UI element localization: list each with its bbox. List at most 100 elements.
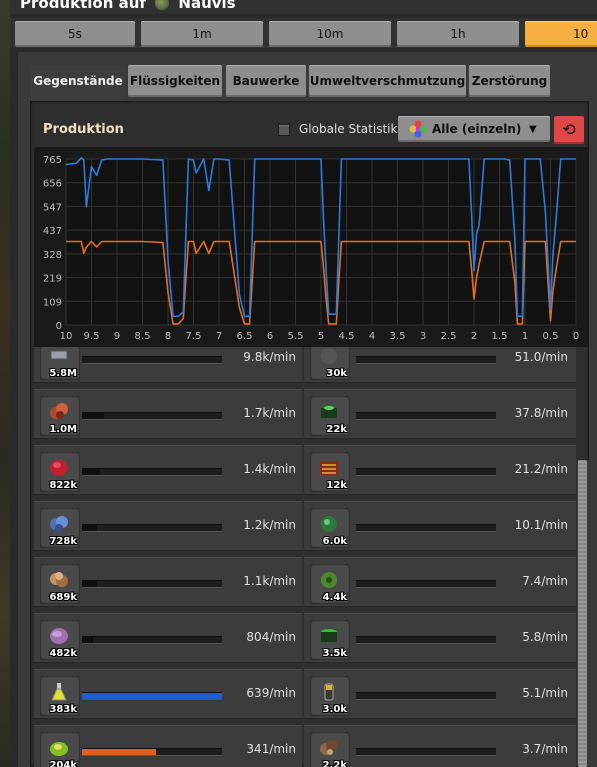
circuit-icon (318, 457, 340, 477)
tab-items[interactable]: Gegenstände (31, 65, 125, 101)
time-button-10m[interactable]: 10m (269, 21, 391, 47)
item-rate-bar-fill (82, 525, 98, 531)
chart-x-tick-label: 1 (522, 331, 528, 342)
item-slot[interactable]: 3.0k (310, 676, 350, 716)
item-slot[interactable]: 4.4k (310, 564, 350, 604)
chart-y-tick-label: 219 (43, 274, 62, 285)
global-stats-checkbox[interactable] (278, 124, 290, 136)
item-stat-cell[interactable]: 482k 804/min (34, 613, 302, 663)
item-slot[interactable]: 3.5k (310, 620, 350, 660)
item-list-scrollbar-thumb[interactable] (578, 460, 587, 767)
green-barrel-icon (318, 401, 340, 421)
chart-x-tick-label: 0.5 (543, 331, 559, 342)
chart-x-tick-label: 8 (165, 331, 171, 342)
item-slot[interactable]: 6.0k (310, 508, 350, 548)
item-count: 1.0M (49, 424, 77, 435)
item-rate-bar (82, 524, 222, 532)
item-rate: 804/min (246, 630, 296, 644)
item-slot[interactable]: 482k (40, 620, 80, 660)
planet-icon (155, 0, 170, 10)
time-button-1m[interactable]: 1m (141, 21, 263, 47)
item-count: 2.2k (322, 760, 347, 767)
color-filter-icon (409, 120, 427, 138)
window-title-bar: Produktion auf Nauvis (10, 0, 597, 14)
window-title-text: Produktion auf (20, 0, 146, 12)
item-slot[interactable]: 1.0M (40, 396, 80, 436)
item-rate: 1.1k/min (243, 574, 296, 588)
chart-y-tick-label: 437 (43, 226, 62, 237)
chart-y-tick-label: 328 (43, 250, 62, 261)
chart-x-tick-label: 3.5 (390, 331, 406, 342)
tab-buildings[interactable]: Bauwerke (226, 65, 306, 97)
chart-y-tick-label: 547 (43, 202, 62, 213)
item-slot[interactable]: 204k (40, 732, 80, 767)
item-stat-cell[interactable]: 3.0k 5.1/min (304, 669, 576, 719)
item-slot[interactable]: 30k (310, 347, 350, 380)
chart-x-tick-label: 7.5 (186, 331, 202, 342)
item-stat-cell[interactable]: 12k 21.2/min (304, 445, 576, 495)
time-button-10h[interactable]: 10 (525, 21, 597, 47)
item-stat-cell[interactable]: 4.4k 7.4/min (304, 557, 576, 607)
iron-plate-icon (48, 347, 70, 365)
chart-x-tick-label: 3 (420, 331, 426, 342)
chart-y-tick-label: 656 (43, 179, 62, 190)
item-slot[interactable]: 5.8M (40, 347, 80, 380)
tab-destruction[interactable]: Zerstörung (469, 65, 550, 97)
production-chart: 765 656 547 437 328 219 109 0 10 9.5 9 8.5 8 7.5 7 6.5 6… (43, 155, 579, 342)
chart-x-tick-label: 6 (267, 331, 273, 342)
item-rate: 3.7/min (522, 742, 568, 756)
item-stat-cell[interactable]: 3.5k 5.8/min (304, 613, 576, 663)
item-count: 30k (326, 368, 347, 379)
green-orb-icon (318, 513, 340, 533)
item-list: 5.8M 9.8k/min 30k 51.0/min 1.0M 1.7k/min 22k 37… (34, 347, 576, 767)
production-graph[interactable]: 765 656 547 437 328 219 109 0 10 9.5 9 8.5 8 7.5 7 6.5 6… (34, 147, 588, 347)
item-rate-bar (82, 468, 222, 476)
item-stat-cell[interactable]: 728k 1.2k/min (34, 501, 302, 551)
item-rate-bar (356, 524, 496, 532)
item-slot[interactable]: 689k (40, 564, 80, 604)
tab-pollution[interactable]: Umweltverschmutzung (309, 65, 466, 97)
item-stat-cell[interactable]: 2.2k 3.7/min (304, 725, 576, 767)
item-rate: 21.2/min (514, 462, 568, 476)
chart-x-tick-label: 9.5 (84, 331, 100, 342)
wood-icon (48, 569, 70, 589)
ore-chunk-icon (318, 737, 340, 757)
item-rate-bar (356, 636, 496, 644)
item-stat-cell[interactable]: 22k 37.8/min (304, 389, 576, 439)
item-count: 383k (49, 704, 77, 715)
item-stat-cell[interactable]: 822k 1.4k/min (34, 445, 302, 495)
item-slot[interactable]: 2.2k (310, 732, 350, 767)
chevron-down-icon: ▼ (529, 124, 537, 135)
item-rate: 9.8k/min (243, 350, 296, 364)
item-count: 3.0k (322, 704, 347, 715)
item-slot[interactable]: 728k (40, 508, 80, 548)
time-button-1h[interactable]: 1h (397, 21, 519, 47)
item-stat-cell[interactable]: 383k 639/min (34, 669, 302, 719)
reset-button[interactable]: ⟲ (554, 116, 584, 144)
tab-fluids[interactable]: Flüssigkeiten (128, 65, 222, 97)
item-rate: 10.1/min (514, 518, 568, 532)
item-slot[interactable]: 822k (40, 452, 80, 492)
item-stat-cell[interactable]: 30k 51.0/min (304, 347, 576, 383)
item-rate-bar (356, 412, 496, 420)
filter-dropdown[interactable]: Alle (einzeln) ▼ (398, 116, 550, 142)
item-slot[interactable]: 383k (40, 676, 80, 716)
item-rate: 5.8/min (522, 630, 568, 644)
item-stat-cell[interactable]: 5.8M 9.8k/min (34, 347, 302, 383)
item-rate-bar-fill (82, 637, 94, 643)
chart-y-tick-label: 765 (43, 155, 62, 166)
item-slot[interactable]: 22k (310, 396, 350, 436)
item-stat-cell[interactable]: 689k 1.1k/min (34, 557, 302, 607)
item-rate: 1.7k/min (243, 406, 296, 420)
chart-x-tick-label: 10 (60, 331, 73, 342)
item-stat-cell[interactable]: 204k 341/min (34, 725, 302, 767)
time-button-5s[interactable]: 5s (15, 21, 135, 47)
item-rate: 639/min (246, 686, 296, 700)
item-rate-bar-fill (82, 357, 215, 363)
iron-ore-icon (48, 513, 70, 533)
item-slot[interactable]: 12k (310, 452, 350, 492)
item-stat-cell[interactable]: 6.0k 10.1/min (304, 501, 576, 551)
item-stat-cell[interactable]: 1.0M 1.7k/min (34, 389, 302, 439)
battery-icon (318, 681, 340, 701)
item-rate-bar (82, 692, 222, 700)
